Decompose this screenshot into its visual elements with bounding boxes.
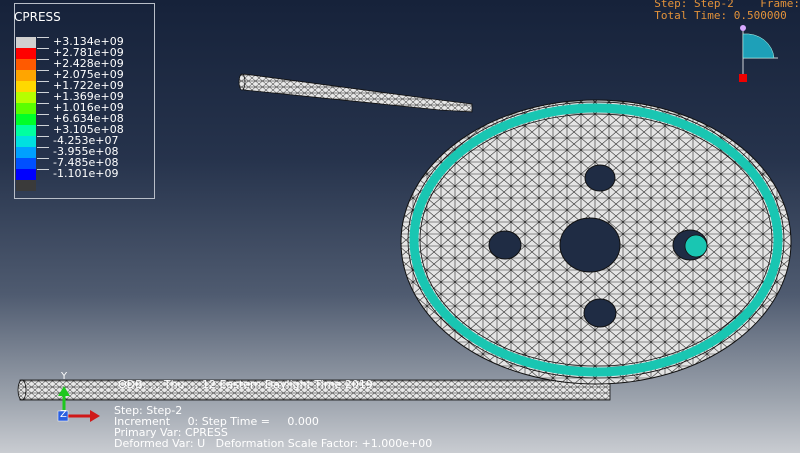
y-axis-label: Y xyxy=(61,371,68,382)
legend-swatch xyxy=(16,158,36,169)
legend-swatch xyxy=(16,81,36,92)
legend-tick xyxy=(37,147,49,148)
legend-tick xyxy=(37,92,49,93)
left-hole xyxy=(488,230,522,260)
legend-tick xyxy=(37,114,49,115)
legend-entry xyxy=(14,180,134,191)
legend-swatch xyxy=(16,169,36,180)
legend-swatch xyxy=(16,125,36,136)
top-hole xyxy=(584,164,616,192)
legend-tick xyxy=(37,70,49,71)
odb-info: ODB: ... Thu ... 12 Eastern Daylight Tim… xyxy=(118,378,373,391)
total-time-label: Total Time: 0.500000 xyxy=(654,9,787,22)
legend-swatch xyxy=(16,37,36,48)
legend-value: -1.101e+09 xyxy=(53,167,119,180)
legend-swatch xyxy=(16,59,36,70)
legend-swatch xyxy=(16,70,36,81)
legend-swatch xyxy=(16,147,36,158)
disk-model xyxy=(400,99,792,385)
legend-tick xyxy=(37,48,49,49)
legend-tick xyxy=(37,136,49,137)
legend-tick xyxy=(37,59,49,60)
legend-tick xyxy=(37,125,49,126)
legend-tick xyxy=(37,158,49,159)
legend-entry: -1.101e+09 xyxy=(14,167,134,180)
center-hole xyxy=(559,217,621,273)
legend-swatch xyxy=(16,92,36,103)
orientation-glyph xyxy=(739,25,778,82)
legend-tick xyxy=(37,37,49,38)
step-info: Step: Step-2 Frame: Total Time: 0.500000 xyxy=(654,0,800,22)
legend-swatch xyxy=(16,114,36,125)
legend-tick xyxy=(37,169,49,170)
state-block: Step: Step-2 Increment 0: Step Time = 0.… xyxy=(114,405,432,449)
legend-tick xyxy=(37,103,49,104)
legend-swatch xyxy=(16,136,36,147)
z-axis-label: Z xyxy=(60,409,67,420)
legend-swatch xyxy=(16,48,36,59)
legend-swatch xyxy=(16,103,36,114)
legend-swatch xyxy=(16,180,36,191)
bottom-hole xyxy=(583,298,617,328)
upper-rod xyxy=(238,73,473,113)
legend-tick xyxy=(37,81,49,82)
legend-title: CPRESS xyxy=(14,10,61,24)
state-deformed-var: Deformed Var: U Deformation Scale Factor… xyxy=(114,437,433,450)
